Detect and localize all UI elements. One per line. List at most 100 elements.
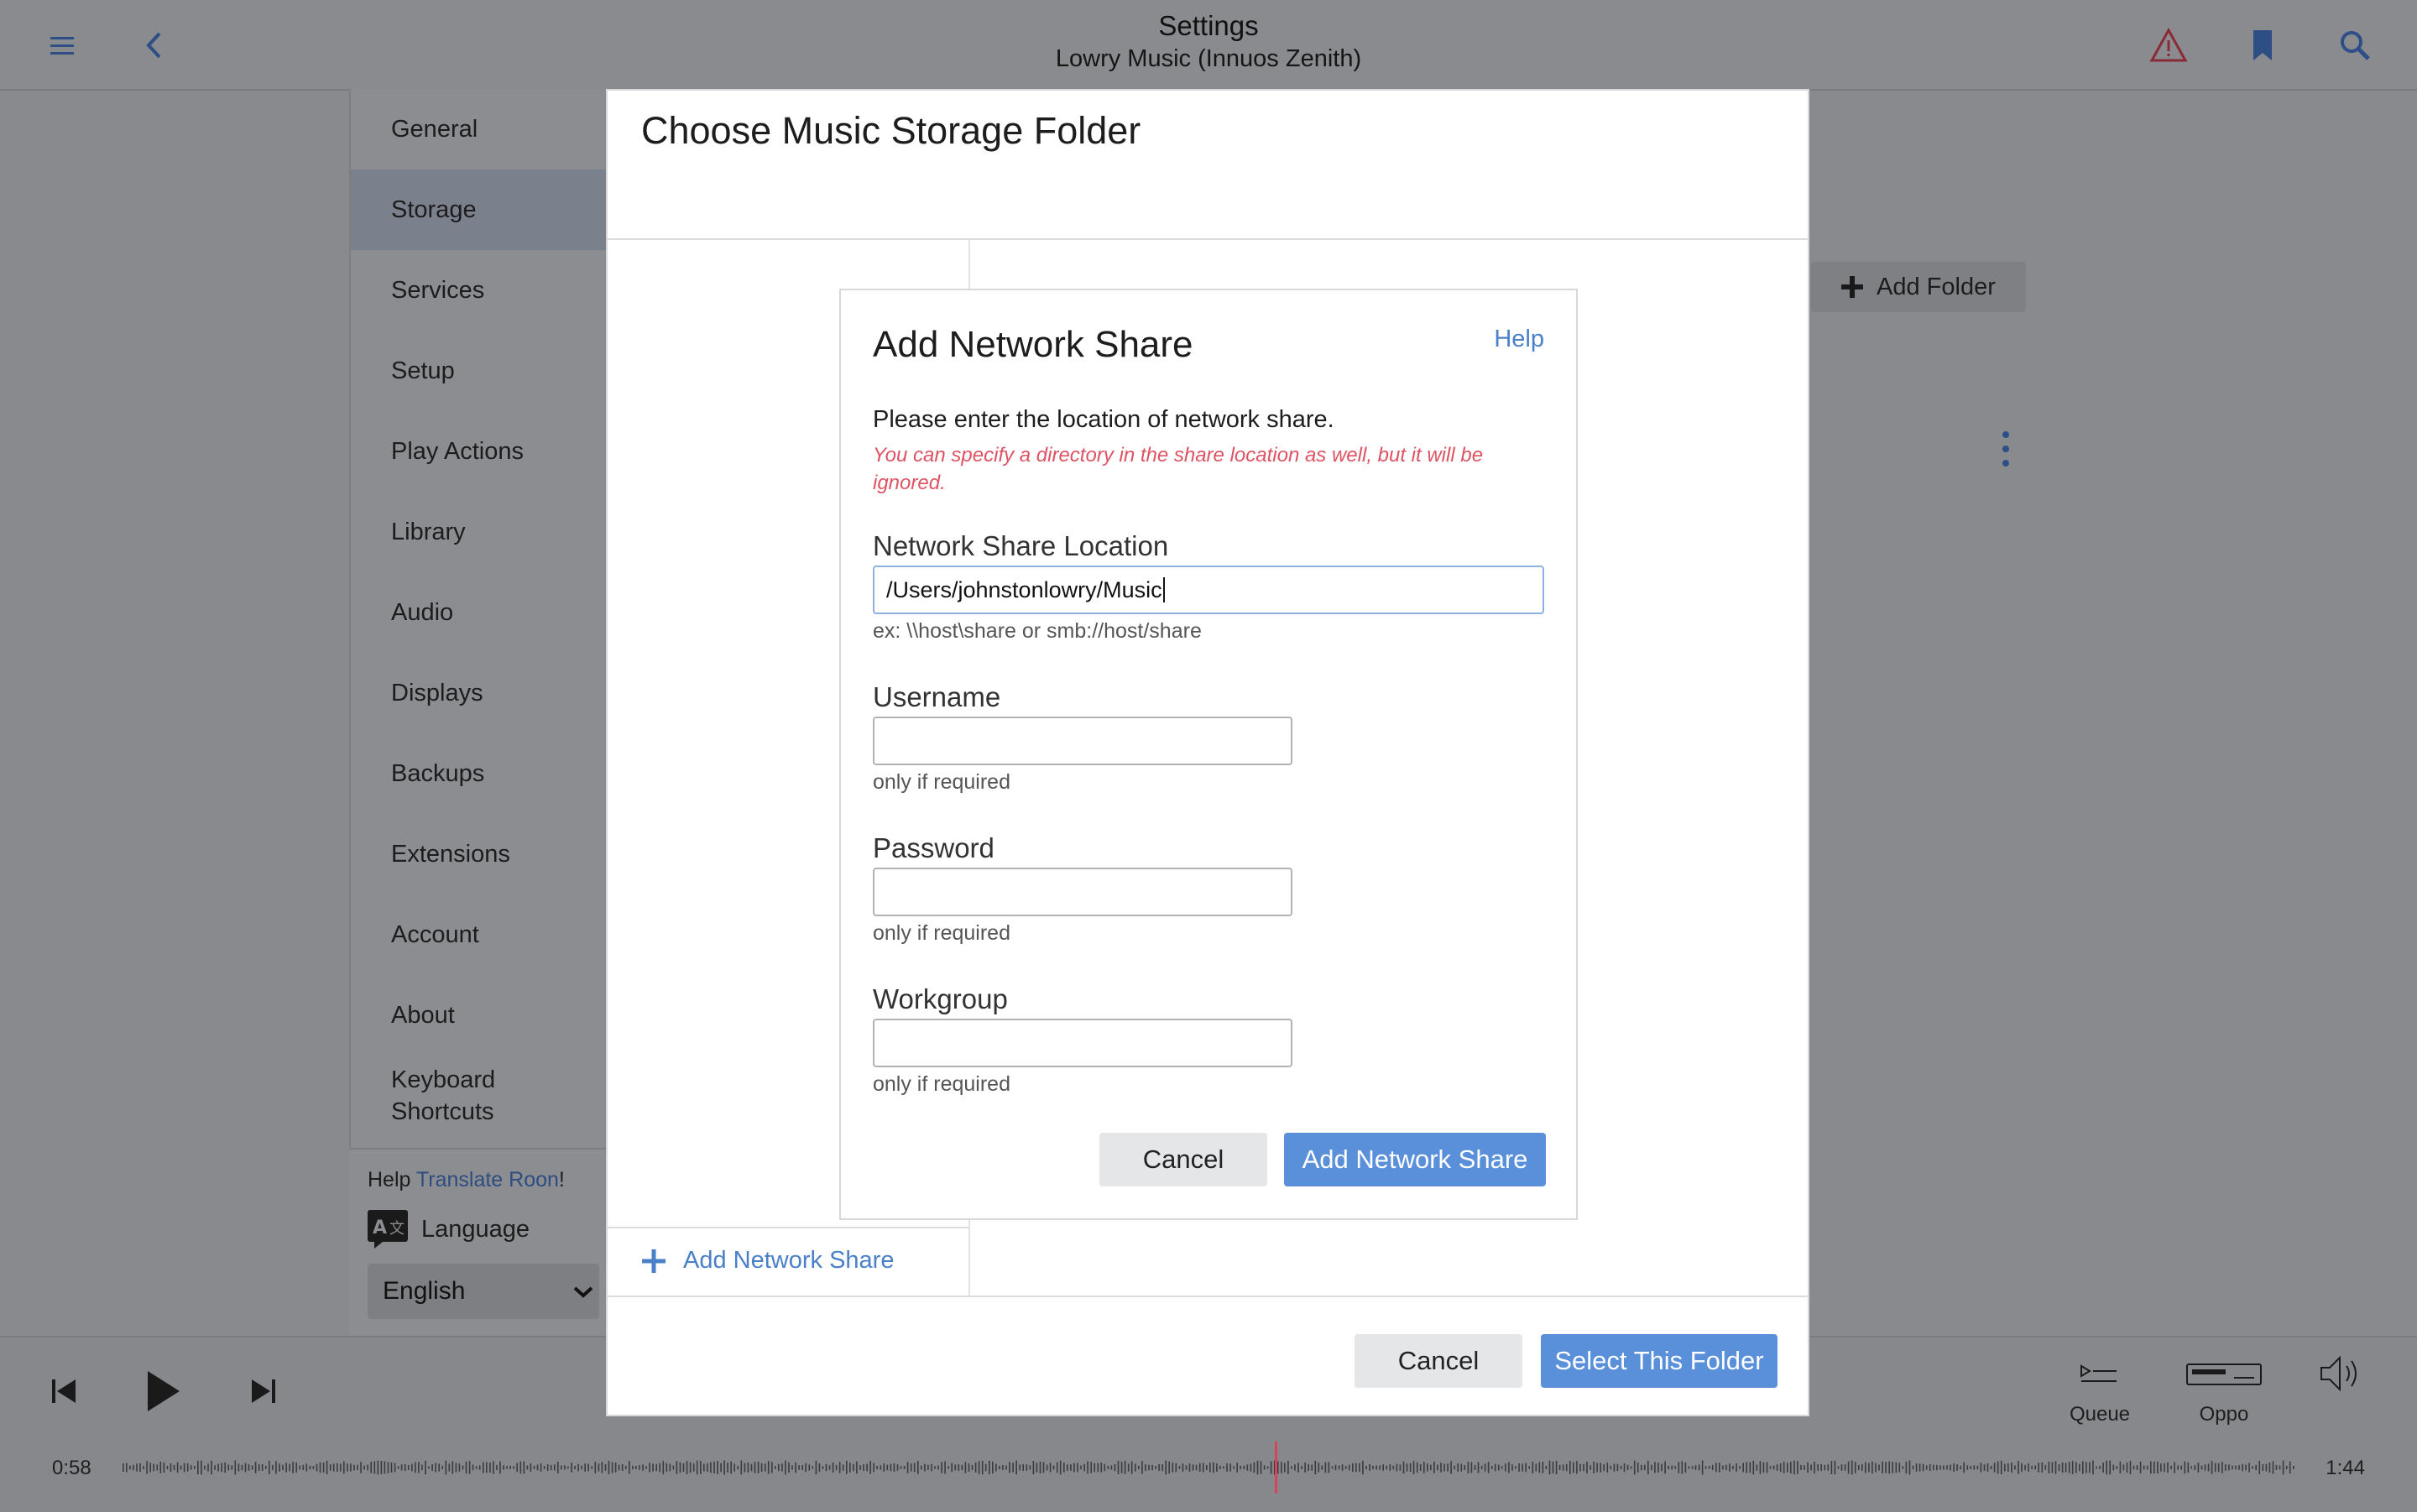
sidebar-item-backups[interactable]: Backups xyxy=(351,733,611,814)
waveform-bar xyxy=(1933,1464,1934,1471)
add-folder-button[interactable]: Add Folder xyxy=(1811,262,2026,312)
waveform-bar xyxy=(1888,1461,1890,1474)
waveform-bar xyxy=(1804,1465,1805,1470)
waveform-bar xyxy=(750,1463,753,1472)
sidebar-item-storage[interactable]: Storage xyxy=(351,169,611,250)
waveform-bar xyxy=(788,1462,790,1473)
waveform-bar xyxy=(1583,1463,1584,1472)
zone-label[interactable]: Oppo xyxy=(2165,1403,2283,1426)
sidebar-item-about[interactable]: About xyxy=(351,975,611,1056)
waveform-bar xyxy=(1793,1460,1795,1475)
add-network-share-button[interactable]: Add Network Share xyxy=(1284,1133,1546,1186)
waveform-bar xyxy=(1477,1462,1480,1473)
waveform-bar xyxy=(1457,1463,1459,1472)
next-track-icon[interactable] xyxy=(247,1374,280,1408)
waveform-bar xyxy=(2204,1464,2206,1471)
waveform-bar xyxy=(407,1465,410,1470)
waveform-bar xyxy=(1304,1462,1306,1473)
sidebar-item-library[interactable]: Library xyxy=(351,492,611,572)
language-select[interactable]: English xyxy=(368,1264,599,1319)
waveform-bar xyxy=(353,1464,355,1471)
waveform-bar xyxy=(1419,1464,1422,1471)
zone-device-icon[interactable] xyxy=(2184,1356,2264,1393)
language-row: A 文 Language xyxy=(368,1210,530,1249)
waveform-bar xyxy=(1590,1465,1591,1470)
sidebar-item-audio[interactable]: Audio xyxy=(351,572,611,653)
waveform-bar xyxy=(1406,1463,1408,1472)
waveform-bar xyxy=(1986,1462,1989,1472)
cancel-button[interactable]: Cancel xyxy=(1355,1334,1522,1388)
search-icon[interactable] xyxy=(2335,25,2375,65)
waveform-bar xyxy=(849,1462,851,1473)
waveform-bar xyxy=(917,1461,919,1474)
waveform-bar xyxy=(1206,1465,1208,1470)
waveform-bar xyxy=(2170,1465,2172,1470)
workgroup-input[interactable] xyxy=(873,1019,1292,1067)
seek-waveform[interactable] xyxy=(123,1458,2296,1477)
waveform-bar xyxy=(1882,1461,1883,1474)
sidebar-item-keyboard-shortcuts[interactable]: Keyboard Shortcuts xyxy=(351,1056,535,1136)
volume-icon[interactable] xyxy=(2318,1353,2363,1395)
waveform-bar xyxy=(2106,1460,2107,1475)
sidebar-item-services[interactable]: Services xyxy=(351,250,611,331)
waveform-bar xyxy=(1956,1464,1958,1471)
waveform-bar xyxy=(635,1466,637,1469)
translate-roon-link[interactable]: Translate Roon xyxy=(416,1168,559,1191)
warning-icon[interactable] xyxy=(2148,25,2189,65)
add-network-share-link[interactable]: Add Network Share xyxy=(641,1247,894,1275)
waveform-bar xyxy=(1430,1464,1432,1471)
waveform-bar xyxy=(941,1462,942,1473)
waveform-bar xyxy=(2167,1462,2169,1473)
waveform-bar xyxy=(981,1460,984,1475)
help-link[interactable]: Help xyxy=(1494,326,1544,353)
waveform-bar xyxy=(974,1462,977,1473)
waveform-bar xyxy=(305,1463,308,1472)
waveform-bar xyxy=(1386,1465,1387,1470)
play-icon[interactable] xyxy=(141,1368,185,1415)
username-label: Username xyxy=(873,681,1001,712)
sidebar-item-setup[interactable]: Setup xyxy=(351,331,611,411)
queue-icon[interactable] xyxy=(2078,1359,2120,1393)
language-icon: A 文 xyxy=(368,1210,408,1249)
waveform-bar xyxy=(1352,1463,1354,1472)
waveform-bar xyxy=(1515,1466,1516,1469)
waveform-bar xyxy=(2065,1462,2067,1473)
queue-label[interactable]: Queue xyxy=(2041,1403,2159,1426)
waveform-bar xyxy=(771,1462,773,1473)
waveform-bar xyxy=(927,1464,929,1470)
password-input[interactable] xyxy=(873,868,1292,916)
previous-track-icon[interactable] xyxy=(47,1374,81,1408)
waveform-bar xyxy=(533,1466,535,1469)
cancel-button[interactable]: Cancel xyxy=(1099,1133,1267,1186)
waveform-bar xyxy=(2221,1462,2223,1473)
username-input[interactable] xyxy=(873,717,1292,765)
waveform-bar xyxy=(394,1462,396,1473)
waveform-bar xyxy=(1359,1462,1360,1473)
sidebar-item-extensions[interactable]: Extensions xyxy=(351,814,611,894)
waveform-bar xyxy=(1100,1462,1103,1473)
sidebar-item-displays[interactable]: Displays xyxy=(351,653,611,733)
waveform-bar xyxy=(2232,1465,2233,1470)
top-bar: Settings Lowry Music (Innuos Zenith) xyxy=(0,0,2417,91)
waveform-bar xyxy=(767,1461,770,1474)
waveform-bar xyxy=(621,1464,624,1471)
bookmark-icon[interactable] xyxy=(2242,25,2283,65)
waveform-bar xyxy=(1800,1464,1802,1471)
waveform-bar xyxy=(1678,1462,1680,1473)
waveform-bar xyxy=(1657,1462,1659,1473)
waveform-bar xyxy=(1664,1461,1666,1474)
sidebar-item-account[interactable]: Account xyxy=(351,894,611,975)
waveform-bar xyxy=(1246,1464,1249,1471)
more-options-icon[interactable] xyxy=(1996,428,2016,470)
waveform-bar xyxy=(1674,1466,1676,1469)
location-label: Network Share Location xyxy=(873,530,1169,561)
waveform-bar xyxy=(1548,1460,1551,1475)
waveform-bar xyxy=(1993,1462,1996,1473)
select-folder-button[interactable]: Select This Folder xyxy=(1541,1334,1778,1388)
waveform-bar xyxy=(295,1462,297,1473)
waveform-bar xyxy=(947,1466,949,1469)
sidebar-item-general[interactable]: General xyxy=(351,89,611,169)
network-share-location-input[interactable]: /Users/johnstonlowry/Music xyxy=(873,566,1544,614)
sidebar-item-play-actions[interactable]: Play Actions xyxy=(351,411,611,492)
waveform-bar xyxy=(880,1465,882,1470)
